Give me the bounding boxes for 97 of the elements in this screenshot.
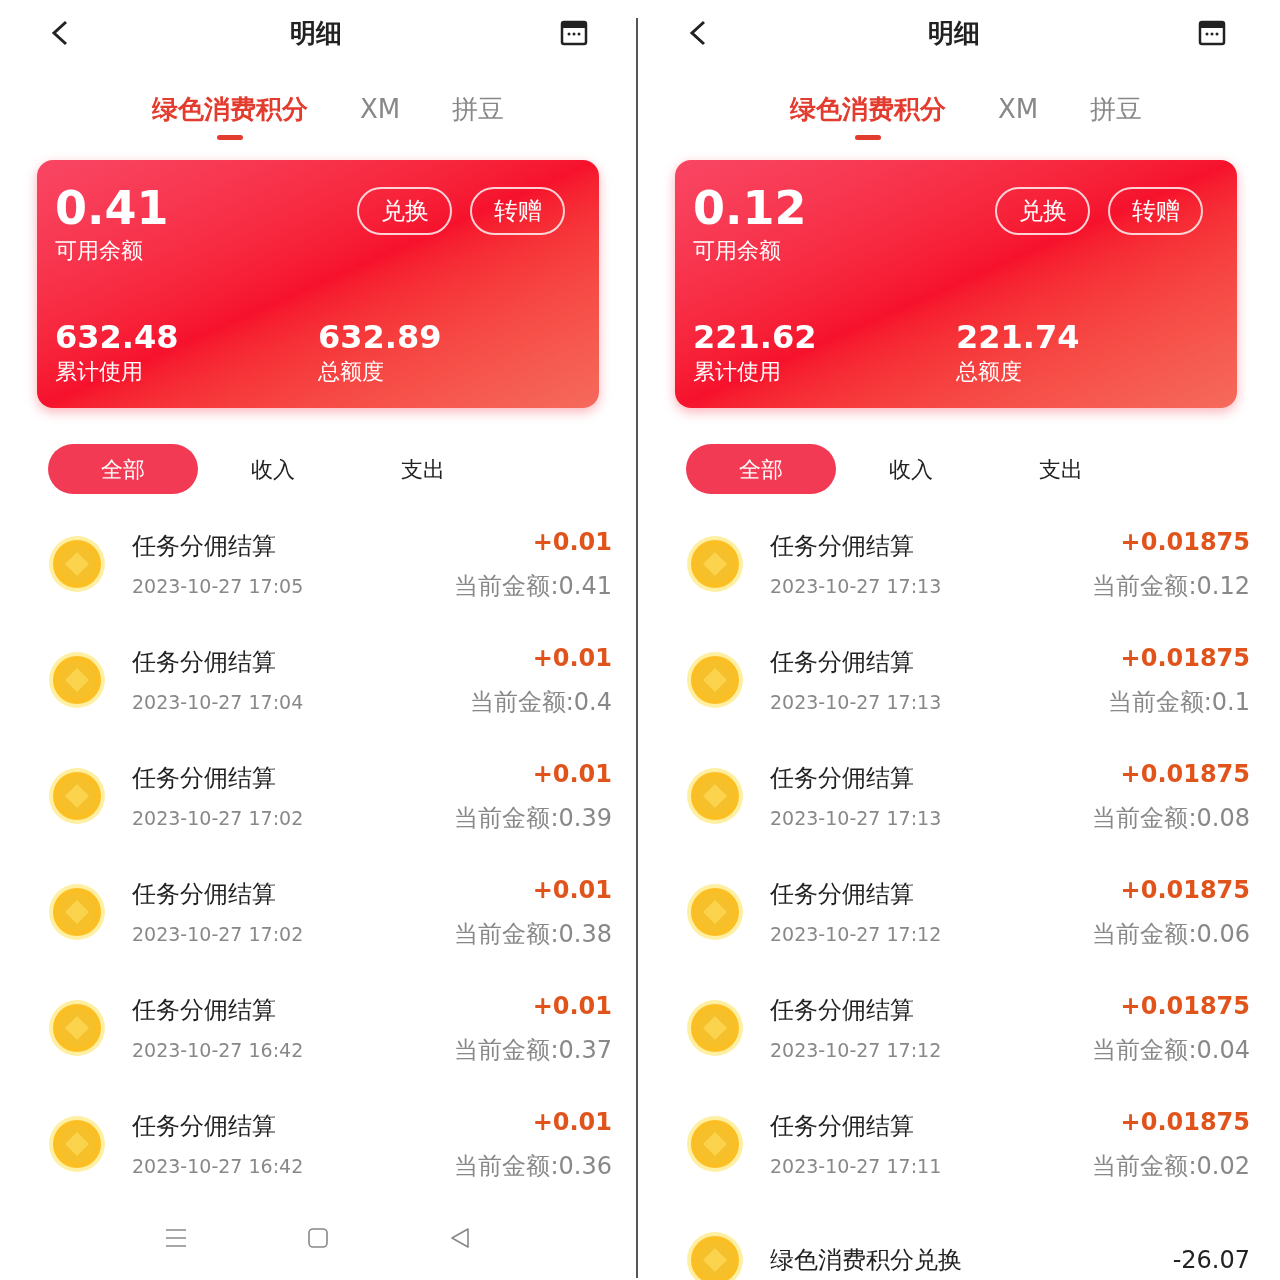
- home-icon[interactable]: [307, 1227, 329, 1249]
- record-amount: +0.01875: [1120, 759, 1250, 790]
- back-nav-icon[interactable]: [449, 1227, 471, 1249]
- record-time: 2023-10-27 17:12: [770, 921, 942, 947]
- coin-icon: [48, 767, 106, 825]
- filter-tab[interactable]: 支出: [986, 444, 1136, 494]
- coin-icon: [48, 535, 106, 593]
- record-amount: +0.01875: [1120, 643, 1250, 674]
- coin-icon: [686, 1115, 744, 1173]
- record-amount: +0.01875: [1120, 991, 1250, 1022]
- page-title: 明细: [928, 16, 980, 50]
- record-title: 任务分佣结算: [132, 994, 277, 1026]
- current-balance: 当前金额:0.39: [454, 803, 612, 834]
- card-action-button[interactable]: 兑换: [995, 187, 1090, 235]
- card-action-button[interactable]: 转赠: [1108, 187, 1203, 235]
- stat-label: 累计使用: [693, 358, 782, 386]
- record-amount: +0.01: [532, 1107, 612, 1138]
- current-balance: 当前金额:0.06: [1092, 919, 1250, 950]
- record-title: 任务分佣结算: [770, 530, 915, 562]
- record-time: 2023-10-27 17:13: [770, 805, 942, 831]
- current-balance: 当前金额:0.4: [469, 687, 612, 718]
- record-title: 绿色消费积分兑换: [770, 1245, 962, 1276]
- record-amount: +0.01875: [1120, 527, 1250, 558]
- record-title: 任务分佣结算: [770, 762, 915, 794]
- coin-icon: [48, 1115, 106, 1173]
- record-time: 2023-10-27 17:02: [132, 805, 304, 831]
- current-balance: 当前金额:0.41: [454, 571, 612, 602]
- tab[interactable]: 绿色消费积分: [151, 90, 308, 140]
- current-balance: 当前金额:0.1: [1107, 687, 1250, 718]
- balance-label: 可用余额: [693, 237, 782, 265]
- stat-label: 总额度: [318, 358, 385, 386]
- record-time: 2023-10-27 17:13: [770, 573, 942, 599]
- card-action-button[interactable]: 兑换: [357, 187, 452, 235]
- record-amount: +0.01: [532, 643, 612, 674]
- record-title: 任务分佣结算: [132, 1110, 277, 1142]
- stat-value: 632.89: [318, 319, 443, 355]
- coin-icon: [48, 999, 106, 1057]
- record-time: 2023-10-27 17:13: [770, 689, 942, 715]
- record-title: 任务分佣结算: [770, 1110, 915, 1142]
- record-time: 2023-10-27 17:05: [132, 573, 304, 599]
- tab[interactable]: 拼豆: [452, 90, 505, 140]
- record-amount: +0.01875: [1120, 875, 1250, 906]
- filter-tab[interactable]: 收入: [198, 444, 348, 494]
- current-balance: 当前金额:0.08: [1092, 803, 1250, 834]
- filter-tab[interactable]: 收入: [836, 444, 986, 494]
- coin-icon: [686, 1231, 744, 1280]
- record-amount: -26.07: [1172, 1245, 1250, 1276]
- current-balance: 当前金额:0.02: [1092, 1151, 1250, 1182]
- coin-icon: [48, 883, 106, 941]
- filter-tab[interactable]: 全部: [48, 444, 198, 494]
- record-title: 任务分佣结算: [770, 994, 915, 1026]
- record-title: 任务分佣结算: [770, 878, 915, 910]
- balance-label: 可用余额: [55, 237, 144, 265]
- coin-icon: [48, 651, 106, 709]
- stat-value: 221.74: [956, 319, 1081, 355]
- current-balance: 当前金额:0.37: [454, 1035, 612, 1066]
- stat-label: 累计使用: [55, 358, 144, 386]
- current-balance: 当前金额:0.38: [454, 919, 612, 950]
- record-time: 2023-10-27 17:04: [132, 689, 304, 715]
- tab[interactable]: 拼豆: [1090, 90, 1143, 140]
- filter-tab[interactable]: 支出: [348, 444, 498, 494]
- record-title: 任务分佣结算: [132, 878, 277, 910]
- record-amount: +0.01: [532, 875, 612, 906]
- card-action-button[interactable]: 转赠: [470, 187, 565, 235]
- coin-icon: [686, 883, 744, 941]
- record-amount: +0.01: [532, 527, 612, 558]
- tab[interactable]: XM: [359, 90, 401, 140]
- balance-value: 0.41: [55, 182, 169, 234]
- calendar-icon[interactable]: [1198, 19, 1226, 47]
- record-time: 2023-10-27 16:42: [132, 1037, 304, 1063]
- stat-value: 221.62: [693, 319, 818, 355]
- coin-icon: [686, 767, 744, 825]
- stat-label: 总额度: [956, 358, 1023, 386]
- coin-icon: [686, 535, 744, 593]
- record-title: 任务分佣结算: [132, 646, 277, 678]
- current-balance: 当前金额:0.36: [454, 1151, 612, 1182]
- tab[interactable]: XM: [997, 90, 1039, 140]
- record-time: 2023-10-27 17:12: [770, 1037, 942, 1063]
- coin-icon: [686, 999, 744, 1057]
- record-time: 2023-10-27 16:42: [132, 1153, 304, 1179]
- tab[interactable]: 绿色消费积分: [789, 90, 946, 140]
- filter-tab[interactable]: 全部: [686, 444, 836, 494]
- calendar-icon[interactable]: [560, 19, 588, 47]
- record-title: 任务分佣结算: [132, 530, 277, 562]
- stat-value: 632.48: [55, 319, 180, 355]
- record-amount: +0.01: [532, 759, 612, 790]
- coin-icon: [686, 651, 744, 709]
- record-time: 2023-10-27 17:11: [770, 1153, 942, 1179]
- record-title: 任务分佣结算: [770, 646, 915, 678]
- balance-value: 0.12: [693, 182, 807, 234]
- record-amount: +0.01: [532, 991, 612, 1022]
- current-balance: 当前金额:0.04: [1092, 1035, 1250, 1066]
- record-amount: +0.01875: [1120, 1107, 1250, 1138]
- current-balance: 当前金额:0.12: [1092, 571, 1250, 602]
- record-time: 2023-10-27 17:02: [132, 921, 304, 947]
- page-title: 明细: [290, 16, 342, 50]
- record-title: 任务分佣结算: [132, 762, 277, 794]
